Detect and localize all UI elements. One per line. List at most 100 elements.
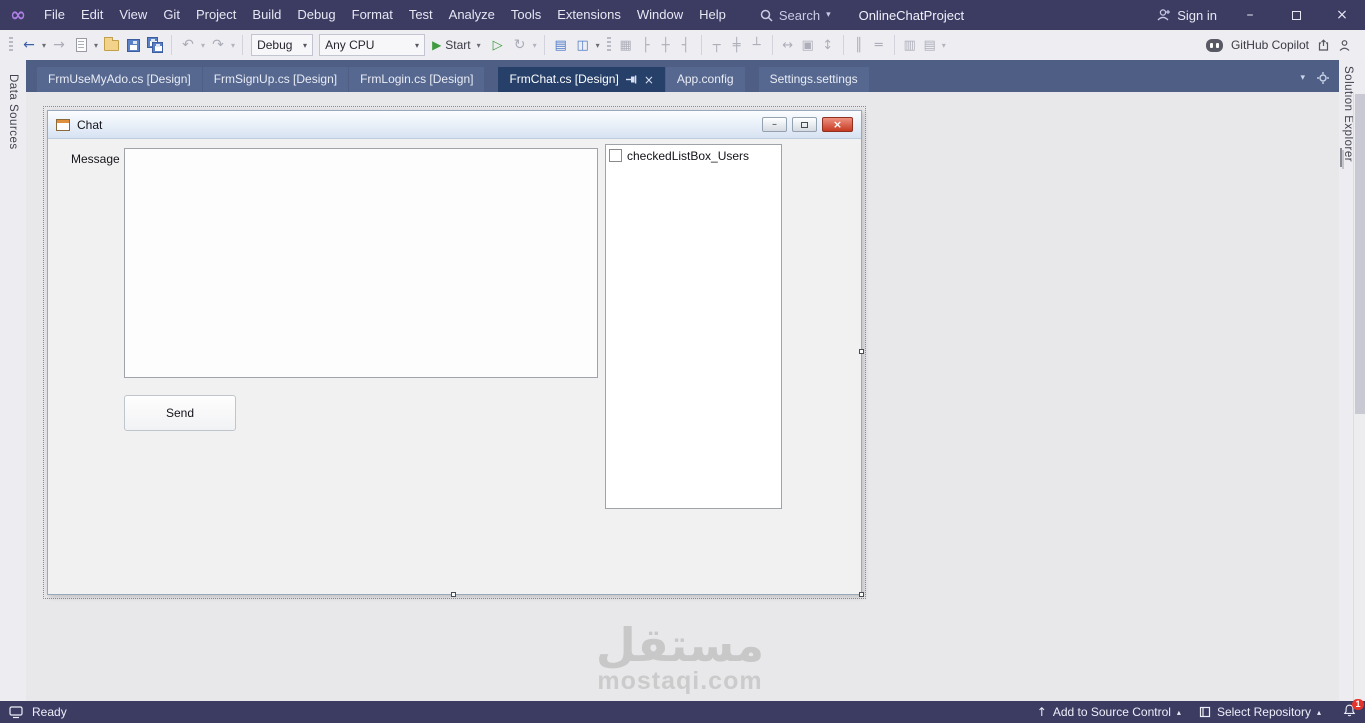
designer-vertical-scrollbar[interactable] bbox=[1353, 92, 1365, 701]
menu-analyze[interactable]: Analyze bbox=[441, 0, 503, 30]
chevron-down-icon[interactable]: ▾ bbox=[596, 41, 600, 50]
toolbar-grip[interactable] bbox=[606, 37, 611, 53]
align-rights-icon: ┤ bbox=[681, 37, 690, 53]
notifications-button[interactable]: 1 bbox=[1343, 699, 1364, 720]
tab-frmchat-active[interactable]: FrmChat.cs [Design] × bbox=[498, 67, 665, 92]
form-titlebar[interactable]: Chat – × bbox=[48, 111, 861, 139]
tab-settings[interactable]: Settings.settings bbox=[758, 67, 869, 92]
tab-frmusemyado[interactable]: FrmUseMyAdo.cs [Design] bbox=[37, 67, 202, 92]
pin-tab-icon[interactable] bbox=[625, 75, 637, 84]
send-button[interactable]: Send bbox=[124, 395, 236, 431]
save-all-button[interactable] bbox=[145, 33, 165, 57]
find-in-files-button[interactable]: ▤ bbox=[551, 33, 571, 57]
align-tops-icon: ┬ bbox=[712, 37, 721, 53]
chevron-up-icon: ▴ bbox=[1176, 707, 1181, 717]
toolbar-separator bbox=[893, 35, 895, 55]
undo-button: ↶ bbox=[182, 37, 194, 53]
tab-label: FrmUseMyAdo.cs [Design] bbox=[48, 72, 191, 86]
status-bar: Ready ↑ Add to Source Control ▴ Select R… bbox=[0, 699, 1365, 723]
menu-format[interactable]: Format bbox=[344, 0, 401, 30]
scrollbar-thumb[interactable] bbox=[1355, 94, 1365, 414]
menu-file[interactable]: File bbox=[36, 0, 73, 30]
document-tab-strip: FrmUseMyAdo.cs [Design] FrmSignUp.cs [De… bbox=[26, 60, 1339, 92]
tab-frmlogin[interactable]: FrmLogin.cs [Design] bbox=[349, 67, 485, 92]
resize-handle-right[interactable] bbox=[859, 349, 864, 354]
select-repository-button[interactable]: Select Repository ▴ bbox=[1199, 705, 1321, 719]
save-button[interactable] bbox=[123, 33, 143, 57]
solution-explorer-tab[interactable]: Solution Explorer bbox=[1340, 66, 1354, 168]
message-label[interactable]: Message bbox=[71, 152, 120, 166]
close-window-button[interactable]: × bbox=[1319, 0, 1365, 30]
form-maximize-button[interactable] bbox=[792, 117, 817, 132]
solution-name: OnlineChatProject bbox=[858, 7, 965, 23]
sign-in-button[interactable]: Sign in bbox=[1146, 8, 1227, 23]
align-bottoms-icon: ┴ bbox=[752, 37, 761, 53]
right-dock-strip: Solution Explorer bbox=[1339, 60, 1365, 701]
toolbar-overflow-icon[interactable]: ▾ bbox=[942, 41, 946, 50]
form-close-button[interactable]: × bbox=[822, 117, 853, 132]
chevron-down-icon: ▾ bbox=[476, 40, 481, 50]
save-icon bbox=[126, 38, 140, 52]
message-textbox[interactable] bbox=[124, 148, 598, 378]
menu-project[interactable]: Project bbox=[188, 0, 244, 30]
menu-git[interactable]: Git bbox=[155, 0, 188, 30]
new-file-button[interactable] bbox=[71, 33, 91, 57]
tab-options-gear-icon[interactable] bbox=[1317, 72, 1329, 84]
close-tab-icon[interactable]: × bbox=[644, 74, 654, 86]
menu-tools[interactable]: Tools bbox=[503, 0, 549, 30]
add-to-source-control-label: Add to Source Control bbox=[1052, 705, 1171, 719]
toolbar-grip[interactable] bbox=[9, 37, 13, 53]
make-same-height-icon: ↕ bbox=[822, 37, 834, 53]
toolbar-separator bbox=[242, 35, 244, 55]
menu-window[interactable]: Window bbox=[629, 0, 691, 30]
menu-view[interactable]: View bbox=[111, 0, 155, 30]
new-file-dropdown-icon[interactable]: ▾ bbox=[94, 41, 98, 50]
data-sources-tab[interactable]: Data Sources bbox=[7, 74, 19, 150]
resize-handle-bottom[interactable] bbox=[451, 592, 456, 597]
search-box[interactable]: Search ▾ bbox=[760, 8, 831, 23]
notification-count-badge: 1 bbox=[1352, 699, 1364, 710]
add-to-source-control-button[interactable]: ↑ Add to Source Control ▴ bbox=[1037, 705, 1181, 719]
chevron-down-icon: ▾ bbox=[826, 10, 831, 20]
chevron-down-icon: ▾ bbox=[415, 40, 420, 50]
resize-handle-corner[interactable] bbox=[859, 592, 864, 597]
tab-label: Settings.settings bbox=[769, 72, 858, 86]
start-debugging-button[interactable]: ▶ Start ▾ bbox=[432, 38, 483, 52]
send-feedback-icon[interactable] bbox=[1338, 39, 1351, 52]
minimize-window-button[interactable]: – bbox=[1227, 0, 1273, 30]
forms-designer-canvas[interactable]: Chat – × Message Send checkedListBox_Use… bbox=[26, 92, 1339, 701]
menu-help[interactable]: Help bbox=[691, 0, 734, 30]
tab-appconfig[interactable]: App.config bbox=[665, 67, 745, 92]
hot-reload-dropdown-icon: ▾ bbox=[532, 40, 537, 50]
form-body[interactable]: Message Send checkedListBox_Users bbox=[48, 139, 861, 595]
redo-button: ↷ bbox=[212, 37, 224, 53]
solution-platform-dropdown[interactable]: Any CPU ▾ bbox=[319, 34, 426, 56]
form-minimize-button[interactable]: – bbox=[762, 117, 787, 132]
tab-frmsignup[interactable]: FrmSignUp.cs [Design] bbox=[202, 67, 349, 92]
menu-edit[interactable]: Edit bbox=[73, 0, 111, 30]
open-file-button[interactable] bbox=[101, 33, 121, 57]
toolbar-separator bbox=[700, 35, 702, 55]
checkbox-icon[interactable] bbox=[609, 149, 622, 162]
configuration-value: Debug bbox=[257, 38, 293, 52]
maximize-window-button[interactable] bbox=[1273, 0, 1319, 30]
menu-debug[interactable]: Debug bbox=[289, 0, 343, 30]
github-copilot-button[interactable]: GitHub Copilot bbox=[1231, 38, 1309, 52]
checked-listbox-users[interactable]: checkedListBox_Users bbox=[605, 144, 782, 509]
solution-configuration-dropdown[interactable]: Debug ▾ bbox=[251, 34, 314, 56]
navigate-back-button[interactable]: ← bbox=[19, 33, 39, 57]
start-without-debugging-button[interactable]: ▷ bbox=[488, 33, 508, 57]
split-window-button[interactable]: ◫ bbox=[573, 33, 593, 57]
menu-test[interactable]: Test bbox=[401, 0, 441, 30]
save-all-icon bbox=[146, 36, 164, 54]
navigate-back-dropdown-icon[interactable]: ▾ bbox=[42, 41, 46, 50]
snap-to-grid-icon: ▦ bbox=[619, 37, 632, 53]
designed-form-chat[interactable]: Chat – × Message Send checkedListBox_Use… bbox=[43, 106, 866, 599]
share-icon[interactable] bbox=[1317, 38, 1330, 52]
menu-build[interactable]: Build bbox=[244, 0, 289, 30]
platform-value: Any CPU bbox=[325, 38, 375, 52]
align-centers-icon: ┼ bbox=[661, 37, 670, 53]
menu-extensions[interactable]: Extensions bbox=[549, 0, 629, 30]
tab-list-dropdown-icon[interactable]: ▾ bbox=[1300, 73, 1305, 83]
list-item[interactable]: checkedListBox_Users bbox=[609, 147, 781, 164]
